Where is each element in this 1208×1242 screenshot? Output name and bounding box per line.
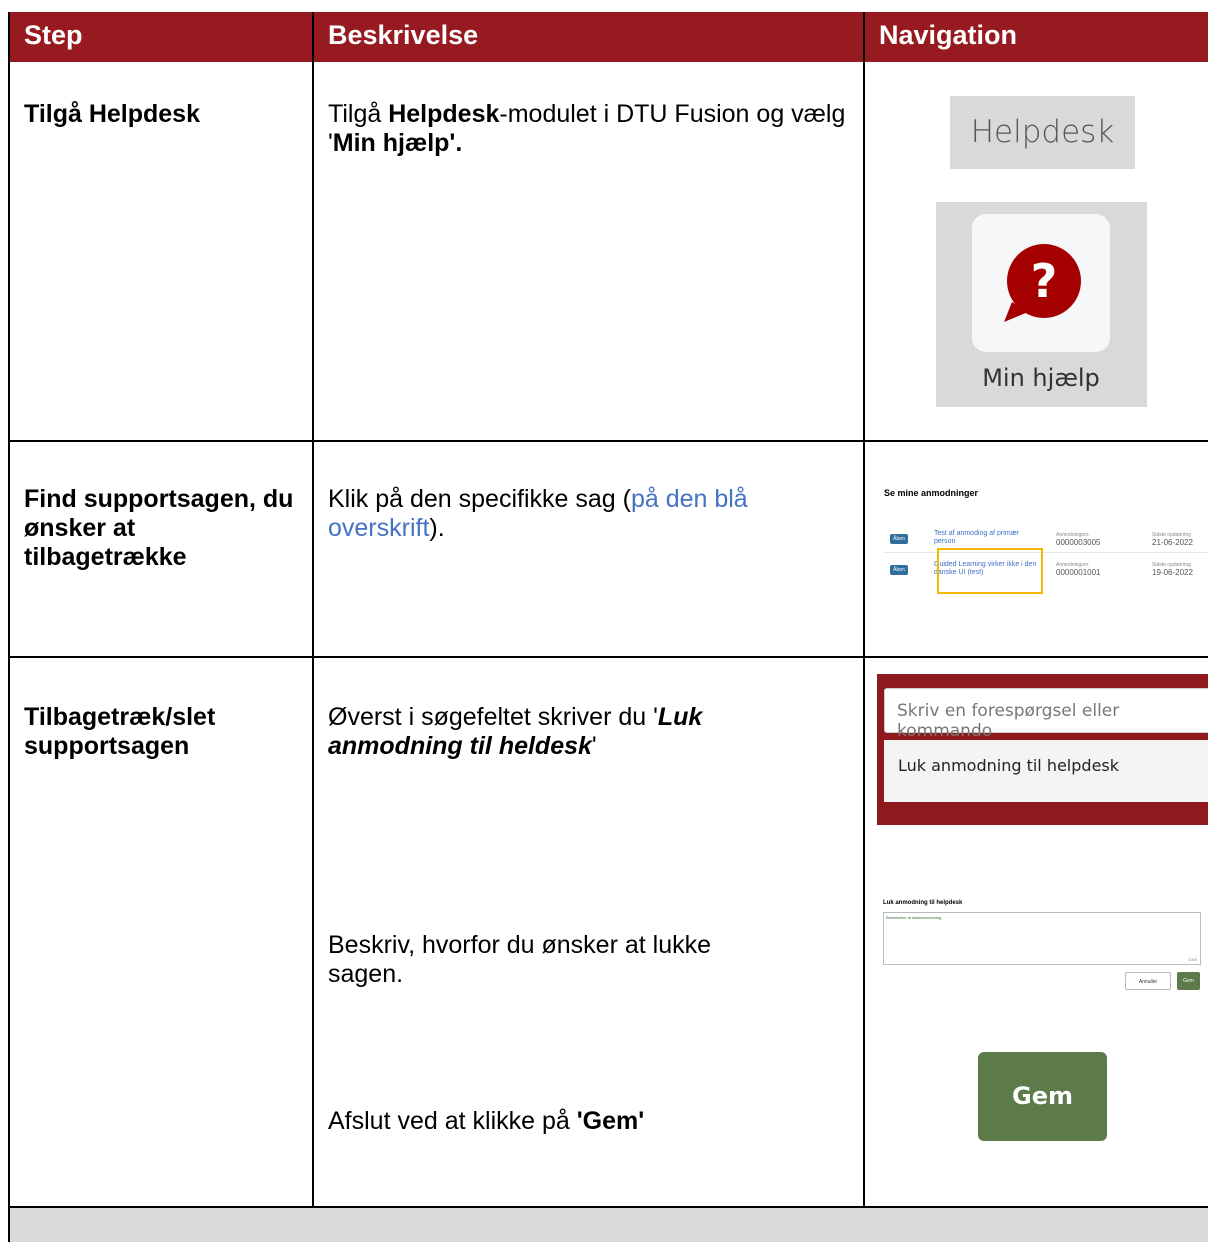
request-number: 0000003005 xyxy=(1056,538,1101,547)
min-hjaelp-label: Min hjælp xyxy=(982,364,1100,392)
status-badge: Åben xyxy=(890,565,908,575)
row-divider-1 xyxy=(8,440,1208,442)
close-dialog-title: Luk anmodning til helpdesk xyxy=(883,900,963,906)
cancel-button[interactable]: Annuller xyxy=(1125,972,1171,990)
request-date: 21-06-2022 xyxy=(1152,538,1193,547)
helpdesk-tile[interactable]: Helpdesk xyxy=(950,96,1135,169)
desc-text: Klik på den specifikke sag ( xyxy=(328,485,631,513)
table-border-left xyxy=(8,12,10,1242)
highlight-box xyxy=(937,548,1043,594)
request-divider xyxy=(884,552,1208,553)
header-navigation-label: Navigation xyxy=(879,20,1018,50)
close-reason-textarea[interactable]: Beskrivelse af lukkeanmodning 1000 xyxy=(883,912,1201,965)
step-tilga-helpdesk: Tilgå Helpdesk xyxy=(24,100,200,128)
requests-list-screenshot: Se mine anmodninger Åben Test af anmodin… xyxy=(868,470,1208,630)
request-date: 19-06-2022 xyxy=(1152,568,1193,577)
character-counter: 1000 xyxy=(1188,957,1197,962)
question-bubble-icon: ? xyxy=(1004,244,1081,322)
desc-bold-min-hjaelp: Min hjælp'. xyxy=(332,129,463,157)
header-beskrivelse: Beskrivelse xyxy=(314,12,863,62)
table-divider-2 xyxy=(863,12,865,1208)
step-tilbagetraek: Tilbagetræk/slet supportsagen xyxy=(24,703,216,760)
desc-search-instruction: Øverst i søgefeltet skriver du 'Luk anmo… xyxy=(328,703,808,761)
desc-bold-helpdesk: Helpdesk xyxy=(388,100,500,128)
desc-afslut: Afslut ved at klikke på 'Gem' xyxy=(328,1107,848,1136)
header-beskrivelse-label: Beskrivelse xyxy=(328,20,479,50)
gem-button[interactable]: Gem xyxy=(978,1052,1107,1141)
row-divider-2 xyxy=(8,656,1208,658)
save-button[interactable]: Gem xyxy=(1177,972,1200,990)
desc-text: Afslut ved at klikke på xyxy=(328,1107,577,1135)
desc-text: ' xyxy=(591,732,597,760)
header-navigation: Navigation xyxy=(865,12,1208,62)
requests-list-title: Se mine anmodninger xyxy=(884,488,979,498)
min-hjaelp-app-icon: ? Min hjælp xyxy=(972,214,1110,392)
search-screenshot: Skriv en forespørgsel eller kommando Luk… xyxy=(877,674,1208,825)
desc-text: ). xyxy=(429,514,445,542)
helpdesk-tile-label: Helpdesk xyxy=(970,114,1115,150)
header-step-label: Step xyxy=(24,20,83,50)
min-hjaelp-tile[interactable]: ? Min hjælp xyxy=(936,202,1147,407)
search-suggestion-item[interactable]: Luk anmodning til helpdesk xyxy=(884,740,1208,802)
close-request-dialog-screenshot: Luk anmodning til helpdesk Beskrivelse a… xyxy=(880,896,1208,996)
search-input[interactable]: Skriv en forespørgsel eller kommando xyxy=(884,688,1208,741)
desc-beskriv: Beskriv, hvorfor du ønsker at lukke sage… xyxy=(328,931,712,988)
desc-text: Øverst i søgefeltet skriver du ' xyxy=(328,703,658,731)
desc-text: Tilgå xyxy=(328,100,389,128)
desc-bold-gem: 'Gem' xyxy=(576,1107,645,1135)
svg-text:?: ? xyxy=(1031,254,1058,308)
desc-find-supportsagen: Klik på den specifikke sag (på den blå o… xyxy=(328,485,848,543)
desc-tilga-helpdesk: Tilgå Helpdesk-modulet i DTU Fusion og v… xyxy=(328,100,848,158)
step-find-supportsagen: Find supportsagen, du ønsker at tilbaget… xyxy=(24,485,294,571)
status-badge: Åben xyxy=(890,534,908,544)
footer-gray-area xyxy=(10,1208,1208,1242)
header-step: Step xyxy=(10,12,312,62)
table-divider-1 xyxy=(312,12,314,1208)
request-link[interactable]: Test af anmoding af primær person xyxy=(934,530,1040,546)
request-number: 0000001001 xyxy=(1056,568,1101,577)
close-reason-placeholder: Beskrivelse af lukkeanmodning xyxy=(886,915,942,920)
